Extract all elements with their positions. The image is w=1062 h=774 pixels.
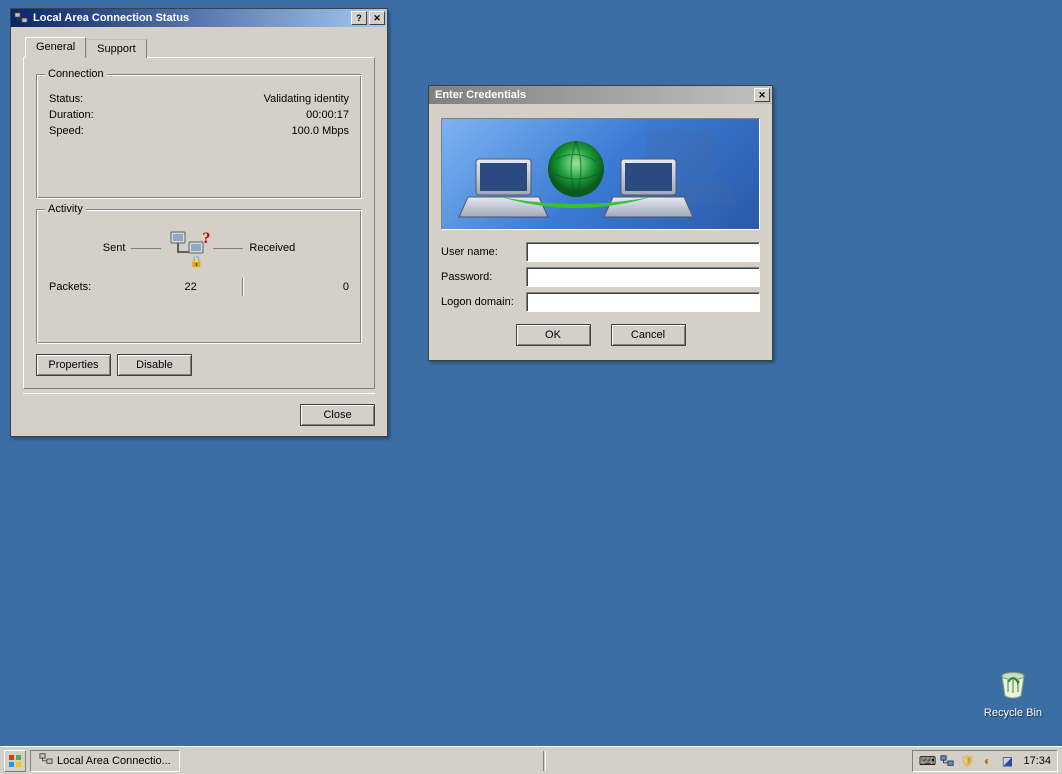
lock-icon: 🔒 xyxy=(190,255,204,268)
taskbar-item-connection[interactable]: Local Area Connectio... xyxy=(30,750,180,772)
clock[interactable]: 17:34 xyxy=(1023,755,1051,767)
question-mark-icon: ? xyxy=(202,230,210,248)
dash-right xyxy=(213,248,243,249)
status-label: Status: xyxy=(49,93,83,105)
start-button[interactable] xyxy=(4,750,26,772)
close-title-button[interactable]: ✕ xyxy=(369,11,385,25)
connection-title: Local Area Connection Status xyxy=(33,12,351,24)
system-tray: ⌨ 🛡 ◐ ◪ 17:34 xyxy=(912,750,1058,772)
domain-label: Logon domain: xyxy=(441,296,526,308)
help-button[interactable]: ? xyxy=(351,11,367,25)
credentials-close-title-button[interactable]: ✕ xyxy=(754,88,770,102)
close-button[interactable]: Close xyxy=(300,404,375,426)
speed-value: 100.0 Mbps xyxy=(292,125,349,137)
taskbar: Local Area Connectio... ⌨ 🛡 ◐ ◪ 17:34 xyxy=(0,746,1062,774)
duration-value: 00:00:17 xyxy=(306,109,349,121)
tray-separator xyxy=(543,751,546,771)
groupbox-activity-legend: Activity xyxy=(45,203,86,215)
tab-general-label: General xyxy=(36,41,75,53)
tab-strip: General Support xyxy=(25,37,375,58)
connection-titlebar[interactable]: Local Area Connection Status ? ✕ xyxy=(11,9,387,27)
taskbar-item-label: Local Area Connectio... xyxy=(57,755,171,767)
app-tray-icon[interactable]: ◪ xyxy=(999,753,1015,769)
credentials-banner-image xyxy=(441,118,760,230)
ok-button[interactable]: OK xyxy=(516,324,591,346)
network-icon xyxy=(13,10,29,26)
packets-sent: 22 xyxy=(137,281,197,293)
properties-button[interactable]: Properties xyxy=(36,354,111,376)
sent-label: Sent xyxy=(103,242,126,254)
speed-label: Speed: xyxy=(49,125,84,137)
credentials-title: Enter Credentials xyxy=(431,89,754,101)
username-input[interactable] xyxy=(526,242,760,262)
shield-icon[interactable]: 🛡 xyxy=(959,753,975,769)
username-label: User name: xyxy=(441,246,526,258)
tab-support[interactable]: Support xyxy=(86,39,147,58)
recycle-bin[interactable]: Recycle Bin xyxy=(984,666,1042,719)
groupbox-connection: Connection Status: Validating identity D… xyxy=(36,74,362,199)
status-value: Validating identity xyxy=(264,93,349,105)
duration-label: Duration: xyxy=(49,109,94,121)
credentials-window: Enter Credentials ✕ xyxy=(428,85,773,361)
recycle-bin-label: Recycle Bin xyxy=(984,707,1042,719)
received-label: Received xyxy=(249,242,295,254)
packets-separator xyxy=(242,278,243,296)
connection-status-window: Local Area Connection Status ? ✕ General… xyxy=(10,8,388,437)
domain-input[interactable] xyxy=(526,292,760,312)
dash-left xyxy=(131,248,161,249)
disable-button[interactable]: Disable xyxy=(117,354,192,376)
cancel-button[interactable]: Cancel xyxy=(611,324,686,346)
packets-received: 0 xyxy=(289,281,349,293)
network-icon xyxy=(39,752,53,769)
packets-label: Packets: xyxy=(49,281,91,293)
tab-general[interactable]: General xyxy=(25,37,86,58)
connection-icon: ? 🔒 xyxy=(167,230,207,266)
power-icon[interactable]: ◐ xyxy=(979,753,995,769)
groupbox-activity: Activity Sent ? 🔒 xyxy=(36,209,362,344)
network-tray-icon[interactable] xyxy=(939,753,955,769)
password-label: Password: xyxy=(441,271,526,283)
keyboard-icon[interactable]: ⌨ xyxy=(919,753,935,769)
groupbox-connection-legend: Connection xyxy=(45,68,107,80)
tab-support-label: Support xyxy=(97,43,136,55)
password-input[interactable] xyxy=(526,267,760,287)
credentials-titlebar[interactable]: Enter Credentials ✕ xyxy=(429,86,772,104)
tab-panel-general: Connection Status: Validating identity D… xyxy=(23,57,375,389)
